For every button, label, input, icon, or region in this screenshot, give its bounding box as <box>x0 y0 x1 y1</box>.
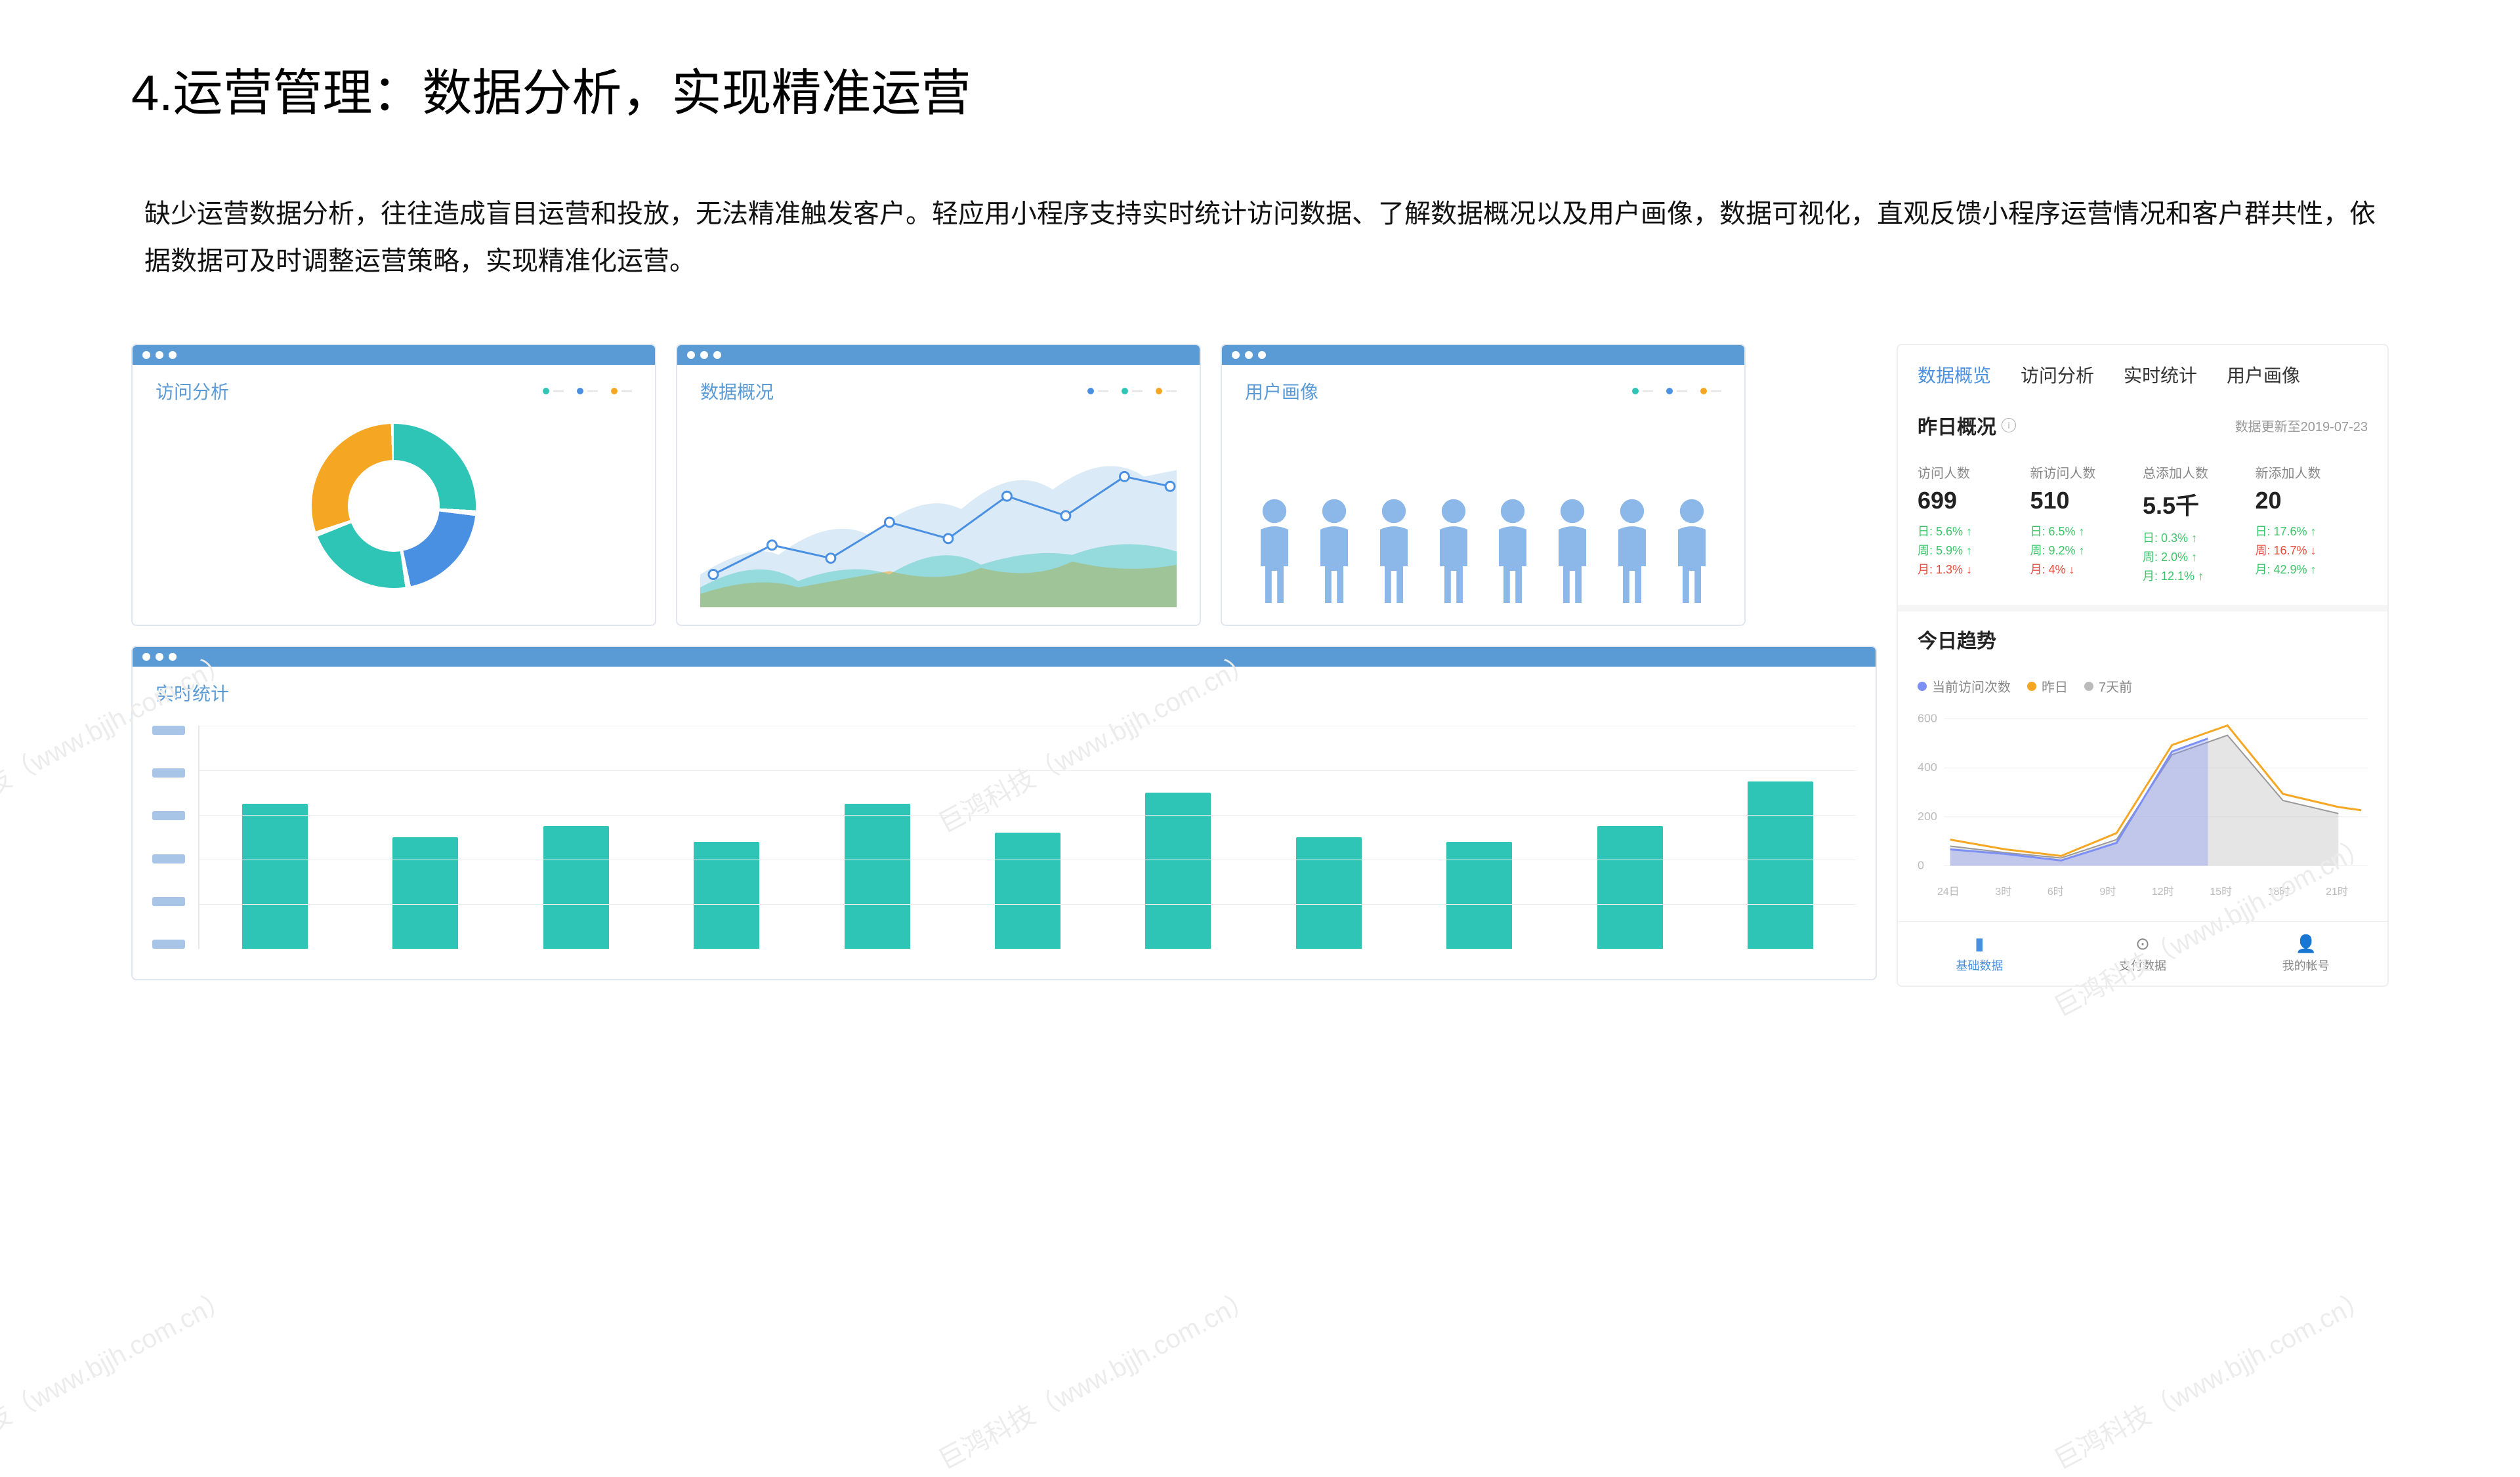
donut-chart <box>312 424 476 588</box>
stat-item: 访问人数 699 日: 5.6% ↑ 周: 5.9% ↑ 月: 1.3% ↓ <box>1918 459 2030 589</box>
phone-panel: 数据概览 访问分析 实时统计 用户画像 昨日概况 i 数据更新至2019-07-… <box>1897 344 2389 987</box>
stat-month: 月: 12.1% ↑ <box>2143 567 2256 586</box>
legend-item: 昨日 <box>2027 676 2068 696</box>
stat-day: 日: 17.6% ↑ <box>2256 522 2368 541</box>
stats-grid: 访问人数 699 日: 5.6% ↑ 周: 5.9% ↑ 月: 1.3% ↓新访… <box>1898 453 2387 605</box>
info-icon[interactable]: i <box>2002 418 2016 432</box>
legend: — — — <box>543 385 632 397</box>
bottom-nav: ▮ 基础数据 ⊙ 支付数据 👤 我的帐号 <box>1898 921 2387 986</box>
person-icon <box>1251 497 1297 608</box>
stat-label: 总添加人数 <box>2143 463 2256 482</box>
panel-data-overview: 数据概况 — — — <box>676 344 1201 626</box>
stat-week: 周: 16.7% ↓ <box>2256 541 2368 560</box>
stat-month: 月: 4% ↓ <box>2030 560 2143 579</box>
x-tick: 21时 <box>2326 883 2348 898</box>
yesterday-title: 昨日概况 <box>1918 411 1996 440</box>
trend-chart: 600 400 200 0 <box>1918 709 2368 879</box>
svg-text:400: 400 <box>1918 761 1937 774</box>
x-tick: 6时 <box>2048 883 2064 898</box>
nav-label: 基础数据 <box>1956 959 2003 972</box>
tab-overview[interactable]: 数据概览 <box>1918 362 1991 388</box>
page-title: 4.运营管理：数据分析，实现精准运营 <box>131 52 2389 125</box>
stat-week: 周: 9.2% ↑ <box>2030 541 2143 560</box>
watermark: 巨鸿科技（www.bjjh.com.cn） <box>2046 1278 2376 1477</box>
nav-icon: ⊙ <box>2061 934 2225 954</box>
svg-text:600: 600 <box>1918 712 1937 725</box>
panel-title: 实时统计 <box>156 680 229 706</box>
bar-chart <box>198 726 1856 949</box>
nav-label: 我的帐号 <box>2282 959 2330 972</box>
stat-label: 访问人数 <box>1918 463 2030 482</box>
watermark: 巨鸿科技（www.bjjh.com.cn） <box>0 1278 236 1477</box>
x-tick: 15时 <box>2210 883 2232 898</box>
page-description: 缺少运营数据分析，往往造成盲目运营和投放，无法精准触发客户。轻应用小程序支持实时… <box>131 190 2389 285</box>
nav-icon: ▮ <box>1898 934 2061 954</box>
panel-title: 数据概况 <box>700 378 774 404</box>
stat-value: 20 <box>2256 487 2368 514</box>
x-tick: 3时 <box>1995 883 2011 898</box>
stat-value: 5.5千 <box>2143 487 2256 521</box>
stat-value: 510 <box>2030 487 2143 514</box>
panel-title: 访问分析 <box>156 378 229 404</box>
panel-title: 用户画像 <box>1245 378 1318 404</box>
trend-title: 今日趋势 <box>1918 625 1996 654</box>
svg-text:200: 200 <box>1918 810 1937 823</box>
stat-week: 周: 2.0% ↑ <box>2143 548 2256 567</box>
stat-label: 新添加人数 <box>2256 463 2368 482</box>
nav-item[interactable]: 👤 我的帐号 <box>2224 922 2387 986</box>
people-icons <box>1245 424 1721 608</box>
tabs: 数据概览 访问分析 实时统计 用户画像 <box>1898 345 2387 398</box>
y-axis <box>152 726 185 949</box>
x-tick: 9时 <box>2099 883 2116 898</box>
nav-icon: 👤 <box>2224 934 2387 954</box>
svg-text:0: 0 <box>1918 859 1924 872</box>
panel-user-portrait: 用户画像 — — — <box>1221 344 1746 626</box>
stat-day: 日: 6.5% ↑ <box>2030 522 2143 541</box>
x-tick: 12时 <box>2152 883 2174 898</box>
stat-item: 总添加人数 5.5千 日: 0.3% ↑ 周: 2.0% ↑ 月: 12.1% … <box>2143 459 2256 589</box>
watermark: 巨鸿科技（www.bjjh.com.cn） <box>931 1278 1260 1477</box>
tab-realtime[interactable]: 实时统计 <box>2124 362 2197 388</box>
legend-item: 当前访问次数 <box>1918 676 2011 696</box>
stat-month: 月: 42.9% ↑ <box>2256 560 2368 579</box>
panel-header <box>133 345 655 365</box>
stat-item: 新添加人数 20 日: 17.6% ↑ 周: 16.7% ↓ 月: 42.9% … <box>2256 459 2368 589</box>
nav-item[interactable]: ⊙ 支付数据 <box>2061 922 2225 986</box>
tab-portrait[interactable]: 用户画像 <box>2227 362 2300 388</box>
nav-item[interactable]: ▮ 基础数据 <box>1898 922 2061 986</box>
stat-month: 月: 1.3% ↓ <box>1918 560 2030 579</box>
panel-visit-analysis: 访问分析 — — — <box>131 344 656 626</box>
nav-label: 支付数据 <box>2119 959 2166 972</box>
area-chart <box>700 424 1177 608</box>
x-tick: 18时 <box>2268 883 2290 898</box>
trend-legend: 当前访问次数昨日 7天前 <box>1898 667 2387 702</box>
trend-x-ticks: 24日 3时 6时 9时 12时 15时 18时 21时 <box>1918 883 2368 898</box>
x-tick: 24日 <box>1937 883 1960 898</box>
stat-value: 699 <box>1918 487 2030 514</box>
tab-visit[interactable]: 访问分析 <box>2021 362 2094 388</box>
dashboard: 访问分析 — — — 数据概况 — — <box>131 344 2389 987</box>
stat-day: 日: 5.6% ↑ <box>1918 522 2030 541</box>
legend-item: 7天前 <box>2084 676 2132 696</box>
stat-item: 新访问人数 510 日: 6.5% ↑ 周: 9.2% ↑ 月: 4% ↓ <box>2030 459 2143 589</box>
stat-label: 新访问人数 <box>2030 463 2143 482</box>
update-text: 数据更新至2019-07-23 <box>2235 416 2368 435</box>
panel-realtime-stats: 实时统计 <box>131 646 1877 980</box>
stat-day: 日: 0.3% ↑ <box>2143 529 2256 548</box>
stat-week: 周: 5.9% ↑ <box>1918 541 2030 560</box>
